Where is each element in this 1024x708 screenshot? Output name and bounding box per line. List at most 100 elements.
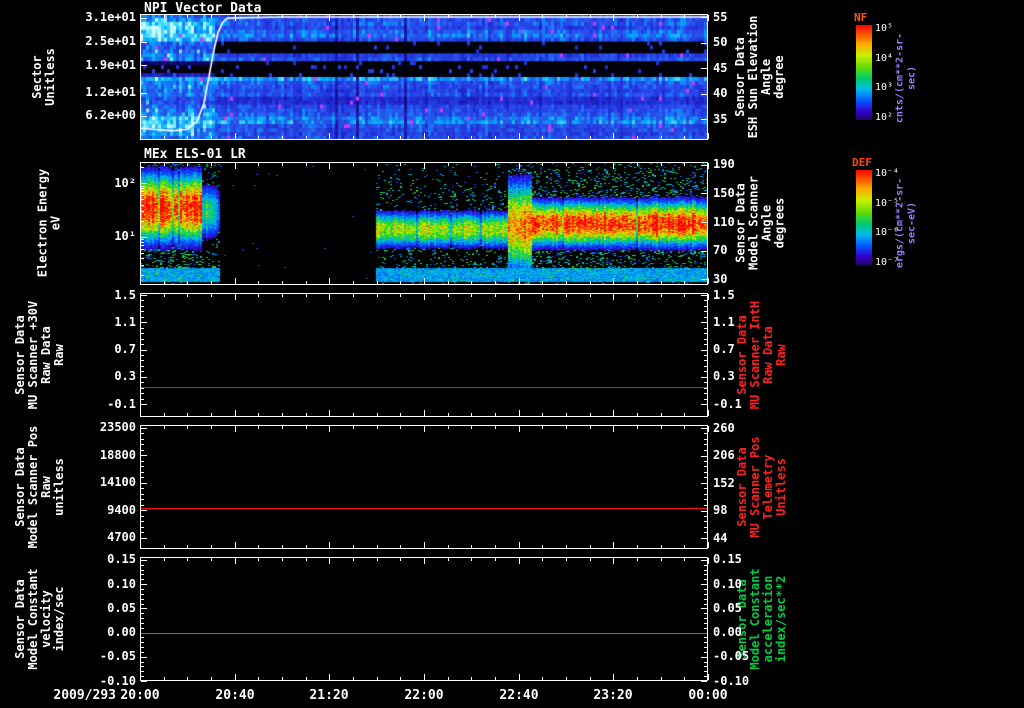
y-minor-tick — [704, 339, 707, 340]
y-minor-tick — [704, 366, 707, 367]
panel-title-npi: NPI Vector Data — [144, 1, 262, 16]
x-tick — [377, 426, 378, 429]
y-tick — [141, 93, 147, 94]
tick-label: 0.7 — [114, 342, 136, 356]
x-tick — [471, 136, 472, 139]
x-tick — [164, 281, 165, 284]
tick-label: -0.10 — [713, 674, 750, 688]
x-tick — [329, 426, 330, 432]
y-tick — [701, 350, 707, 351]
x-tick — [258, 163, 259, 166]
y-minor-tick — [141, 671, 144, 672]
y-minor-tick — [141, 253, 144, 254]
colorbar-tick-label: 10⁵ — [875, 23, 894, 34]
els-spectrogram-canvas — [140, 162, 708, 285]
y-tick — [701, 560, 707, 561]
tick-label: 0.3 — [114, 369, 136, 383]
y-tick — [141, 377, 147, 378]
x-tick — [211, 558, 212, 561]
x-tick — [661, 426, 662, 429]
x-tick — [140, 410, 141, 416]
x-tick — [424, 278, 425, 284]
x-tick — [590, 558, 591, 561]
y-minor-tick — [141, 242, 144, 243]
x-tick — [164, 163, 165, 166]
x-tick — [708, 426, 709, 432]
x-tick — [306, 413, 307, 416]
y-minor-tick — [141, 344, 144, 345]
x-tick — [613, 163, 614, 169]
tick-label: 40 — [713, 86, 728, 100]
x-tick — [282, 281, 283, 284]
y-minor-tick — [141, 642, 144, 643]
y-minor-tick — [141, 477, 144, 478]
y-minor-tick — [704, 662, 707, 663]
tick-label: 35 — [713, 112, 728, 126]
y-tick — [141, 295, 147, 296]
x-tick — [306, 545, 307, 548]
x-tick — [495, 545, 496, 548]
panel-title-els: MEx ELS-01 LR — [144, 147, 246, 162]
x-tick — [306, 426, 307, 429]
x-tick — [519, 410, 520, 416]
x-tick — [282, 426, 283, 429]
x-tick — [329, 278, 330, 284]
y-minor-tick — [141, 191, 144, 192]
x-tick — [495, 413, 496, 416]
x-tick — [661, 558, 662, 561]
x-tick — [566, 15, 567, 18]
def-colorbar — [856, 170, 872, 265]
x-tick — [282, 545, 283, 548]
y-minor-tick — [141, 488, 144, 489]
y-minor-tick — [141, 382, 144, 383]
y-tick — [701, 193, 707, 194]
x-tick — [353, 426, 354, 429]
x-tick — [566, 426, 567, 429]
y-minor-tick — [704, 344, 707, 345]
y-minor-tick — [704, 494, 707, 495]
y-tick — [141, 404, 147, 405]
axis-label-line: Unitless — [774, 458, 788, 516]
x-tick — [400, 413, 401, 416]
y-tick — [701, 428, 707, 429]
y-minor-tick — [704, 399, 707, 400]
y-minor-tick — [141, 570, 144, 571]
y-minor-tick — [704, 623, 707, 624]
x-tick — [661, 677, 662, 680]
y-minor-tick — [704, 505, 707, 506]
x-tick — [424, 294, 425, 300]
tick-label: 150 — [713, 186, 735, 200]
x-tick — [471, 294, 472, 297]
x-tick — [684, 15, 685, 18]
axis-label-line: Raw — [774, 344, 788, 366]
x-tick — [306, 163, 307, 166]
tick-label: 70 — [713, 243, 728, 257]
x-tick — [448, 163, 449, 166]
plot-frame — [140, 557, 708, 681]
colorbar-tick-label: 10⁴ — [875, 53, 894, 64]
y-minor-tick — [704, 652, 707, 653]
y-tick — [701, 222, 707, 223]
x-tick — [424, 426, 425, 432]
x-tick — [164, 15, 165, 18]
x-tick — [519, 163, 520, 169]
x-tick — [684, 413, 685, 416]
x-tick — [613, 410, 614, 416]
y-minor-tick — [141, 521, 144, 522]
x-tick — [353, 413, 354, 416]
x-tick — [282, 163, 283, 166]
y-minor-tick — [141, 594, 144, 595]
x-tick — [637, 15, 638, 18]
x-tick — [400, 545, 401, 548]
y-tick — [141, 237, 147, 238]
x-tick — [684, 545, 685, 548]
x-tick — [684, 163, 685, 166]
y-tick — [701, 608, 707, 609]
x-tick — [258, 558, 259, 561]
x-tick — [400, 426, 401, 429]
x-tick — [637, 545, 638, 548]
x-tick — [708, 15, 709, 21]
x-tick — [566, 677, 567, 680]
x-tick — [282, 558, 283, 561]
x-tick — [613, 15, 614, 21]
